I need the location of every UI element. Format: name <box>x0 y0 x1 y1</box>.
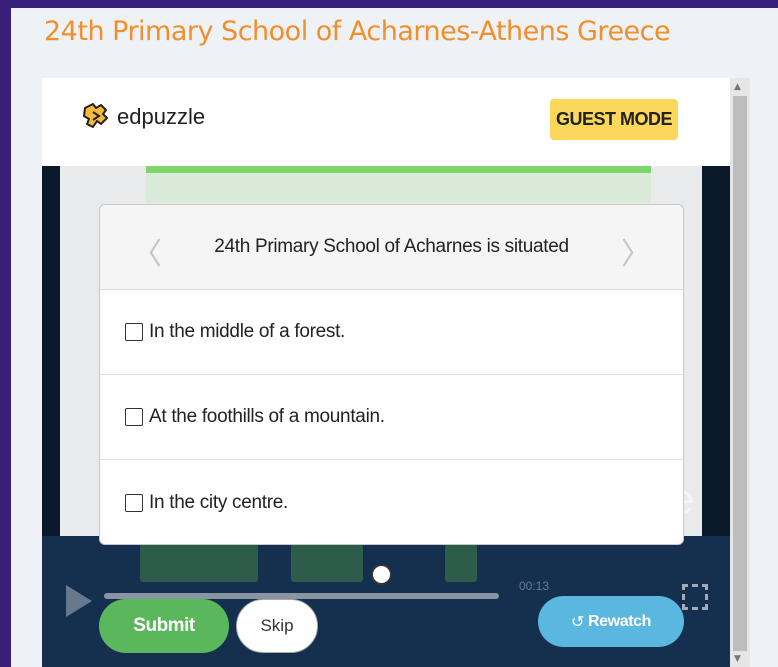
rewatch-label: Rewatch <box>588 612 651 630</box>
video-blur-shape <box>445 544 477 582</box>
answer-checkbox[interactable] <box>125 493 143 512</box>
question-text: 24th Primary School of Acharnes is situa… <box>214 236 569 257</box>
guest-mode-badge: GUEST MODE <box>550 99 678 140</box>
scroll-down-icon[interactable]: ▼ <box>734 654 741 664</box>
video-blur-shape <box>140 544 258 582</box>
page-container: 24th Primary School of Acharnes-Athens G… <box>11 8 778 667</box>
skip-button[interactable]: Skip <box>236 599 318 653</box>
video-time: 00:13 <box>519 579 550 593</box>
question-header: 〈 24th Primary School of Acharnes is sit… <box>100 205 683 290</box>
fullscreen-icon[interactable] <box>682 584 708 610</box>
video-blur-shape <box>291 544 363 582</box>
loading-circle-icon <box>371 564 392 585</box>
answer-label: In the city centre. <box>149 491 288 513</box>
answer-checkbox[interactable] <box>125 408 143 426</box>
video-player[interactable]: 00:13 e 〈 24th Primary School of Acharne… <box>42 166 730 667</box>
next-question-icon[interactable]: 〉 <box>621 229 651 273</box>
prev-question-icon[interactable]: 〈 <box>132 229 162 273</box>
answer-option[interactable]: In the middle of a forest. <box>100 290 683 375</box>
logo-text: edpuzzle <box>117 104 206 129</box>
answer-option[interactable]: At the foothills of a mountain. <box>100 375 683 460</box>
answer-label: In the middle of a forest. <box>149 321 346 342</box>
embed-header: edpuzzle GUEST MODE <box>42 78 730 166</box>
answer-option[interactable]: In the city centre. <box>100 460 683 544</box>
edpuzzle-embed: edpuzzle GUEST MODE 00:13 e 〈 <box>42 78 730 667</box>
question-card: 〈 24th Primary School of Acharnes is sit… <box>99 204 684 545</box>
rewatch-button[interactable]: ↺ Rewatch <box>538 596 684 647</box>
progress-bar <box>146 166 651 173</box>
submit-button[interactable]: Submit <box>99 599 229 653</box>
scroll-up-icon[interactable]: ▲ <box>734 82 741 92</box>
play-icon[interactable] <box>66 585 92 617</box>
answer-checkbox[interactable] <box>125 323 143 341</box>
rewatch-icon: ↺ <box>570 612 584 631</box>
edpuzzle-logo[interactable]: edpuzzle <box>79 100 205 134</box>
puzzle-piece-icon <box>83 103 108 128</box>
page-title: 24th Primary School of Acharnes-Athens G… <box>44 16 671 47</box>
progress-bar-shadow <box>146 173 651 203</box>
scrollbar[interactable]: ▲ ▼ <box>730 78 750 667</box>
scrollbar-thumb[interactable] <box>733 96 747 651</box>
answer-label: At the foothills of a mountain. <box>149 406 385 427</box>
